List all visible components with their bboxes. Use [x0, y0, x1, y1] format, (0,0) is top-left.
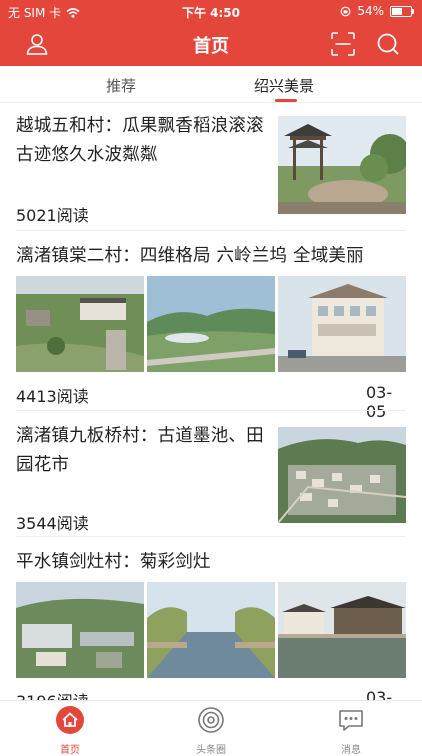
article-thumbnail[interactable]	[16, 582, 144, 678]
article-thumbnail[interactable]	[278, 427, 406, 523]
app-header: 首页	[0, 22, 422, 66]
article-read-count: 4413阅读	[16, 387, 89, 406]
page-title: 首页	[193, 36, 229, 57]
article-title[interactable]: 平水镇剑灶村：菊彩剑灶	[16, 548, 406, 577]
headline-circle-icon	[198, 707, 224, 733]
article-item[interactable]: 平水镇剑灶村：菊彩剑灶	[16, 548, 406, 577]
article-thumbnail[interactable]	[147, 582, 275, 678]
article-thumbnail[interactable]	[278, 582, 406, 678]
article-thumbnail[interactable]	[278, 276, 406, 372]
article-date: 03-05	[366, 383, 393, 421]
message-icon	[339, 710, 363, 731]
battery-icon	[390, 5, 414, 17]
tab-recommend[interactable]: 推荐	[106, 75, 136, 96]
article-read-count: 5021阅读	[16, 206, 89, 225]
article-thumbnail[interactable]	[278, 116, 406, 214]
divider	[16, 536, 406, 537]
nav-home[interactable]: 首页	[35, 705, 105, 756]
status-bar: 无 SIM 卡 下午 4:50 54%	[0, 0, 422, 22]
home-icon	[56, 706, 84, 734]
active-tab-indicator	[275, 99, 297, 102]
scan-icon[interactable]	[330, 31, 356, 57]
category-tabs: 推荐 绍兴美景	[0, 66, 422, 103]
article-item[interactable]: 漓渚镇九板桥村：古道墨池、田园花市	[16, 422, 266, 480]
article-title[interactable]: 漓渚镇棠二村：四维格局 六岭兰坞 全域美丽	[16, 242, 406, 271]
bottom-nav: 首页 头条圈 消息	[0, 700, 422, 756]
nav-label: 消息	[341, 745, 361, 756]
nav-label: 头条圈	[196, 745, 226, 756]
nav-messages[interactable]: 消息	[316, 705, 386, 756]
article-title[interactable]: 漓渚镇九板桥村：古道墨池、田园花市	[16, 422, 266, 480]
tab-shaoxing-scenery[interactable]: 绍兴美景	[254, 75, 314, 96]
nav-headline-circle[interactable]: 头条圈	[176, 705, 246, 756]
divider	[16, 410, 406, 411]
article-item[interactable]: 越城五和村：瓜果飘香稻浪滚滚 古迹悠久水波粼粼	[16, 112, 266, 170]
article-thumbnail[interactable]	[16, 276, 144, 372]
orientation-lock-icon	[340, 6, 351, 16]
article-item[interactable]: 漓渚镇棠二村：四维格局 六岭兰坞 全域美丽	[16, 242, 406, 271]
battery-percent: 54%	[357, 4, 384, 18]
search-icon[interactable]	[375, 31, 401, 57]
divider	[16, 230, 406, 231]
nav-label: 首页	[60, 745, 80, 756]
article-thumbnail[interactable]	[147, 276, 275, 372]
article-title[interactable]: 越城五和村：瓜果飘香稻浪滚滚 古迹悠久水波粼粼	[16, 112, 266, 170]
status-right: 54%	[340, 4, 414, 18]
article-read-count: 3544阅读	[16, 514, 89, 533]
